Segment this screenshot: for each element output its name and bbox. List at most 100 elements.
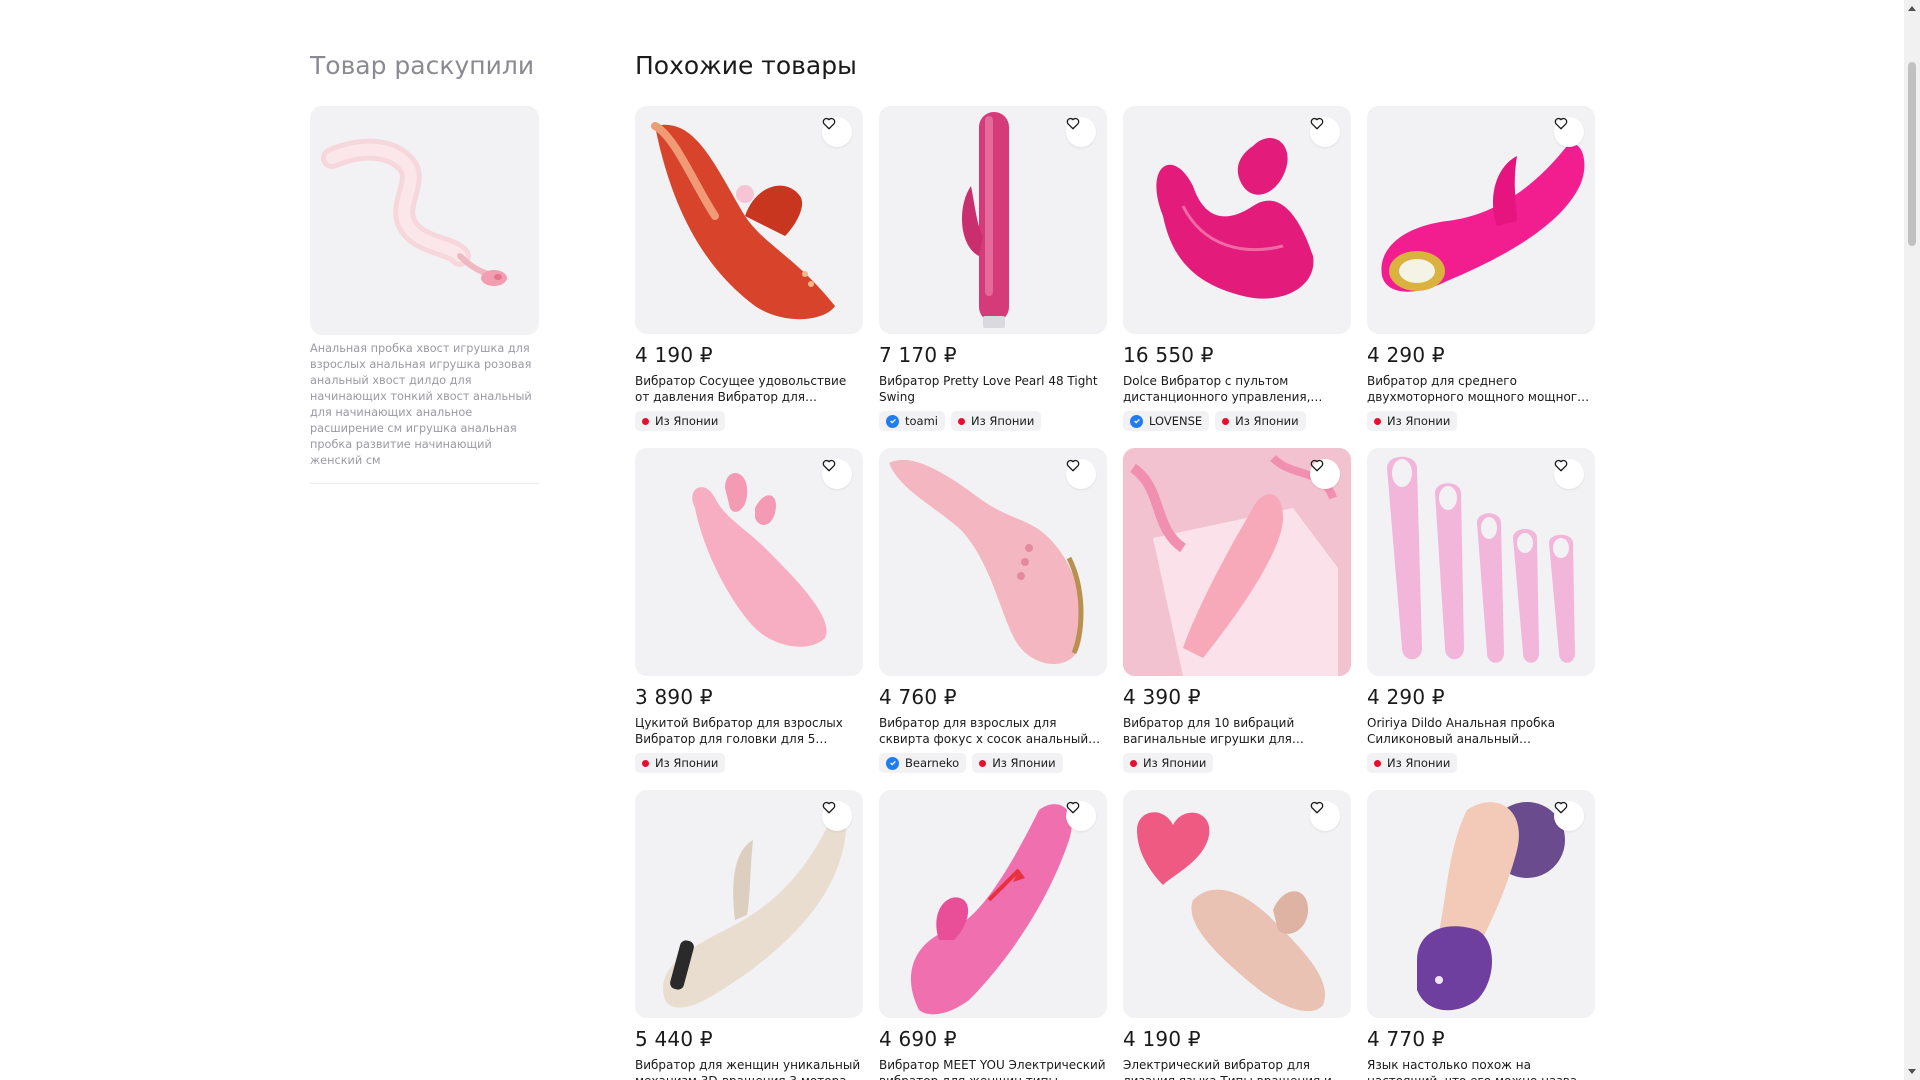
product-title[interactable]: Вибратор для женщин уникальный механизм … xyxy=(635,1057,863,1080)
heart-outline-icon xyxy=(1066,459,1080,472)
vertical-scrollbar[interactable] xyxy=(1904,0,1920,1080)
tail-plug-image xyxy=(321,138,507,286)
brand-badge-label: Bearneko xyxy=(905,756,960,770)
product-card[interactable]: 5 440 ₽ Вибратор для женщин уникальный м… xyxy=(635,790,863,1080)
product-card[interactable]: 4 190 ₽ Вибратор Сосущее удовольствие от… xyxy=(635,106,863,448)
product-image[interactable] xyxy=(879,790,1107,1018)
product-card[interactable]: 7 170 ₽ Вибратор Pretty Love Pearl 48 Ti… xyxy=(879,106,1107,448)
product-title[interactable]: Вибратор для взрослых для сквирта фокус … xyxy=(879,715,1107,747)
product-price: 4 770 ₽ xyxy=(1367,1027,1445,1051)
sold-out-heading: Товар раскупили xyxy=(310,51,535,80)
product-card[interactable]: 4 760 ₽ Вибратор для взрослых для сквирт… xyxy=(879,448,1107,790)
red-dot-icon xyxy=(1130,759,1137,767)
product-card[interactable]: 4 690 ₽ Вибратор MEET YOU Электрический … xyxy=(879,790,1107,1080)
product-tags: LOVENSE Из Японии xyxy=(1123,411,1351,431)
origin-badge: Из Японии xyxy=(1367,753,1458,773)
favorite-button[interactable] xyxy=(822,117,852,147)
heart-outline-icon xyxy=(822,459,836,472)
heart-outline-icon xyxy=(822,801,836,814)
product-title[interactable]: Вибратор для среднего двухмоторного мощн… xyxy=(1367,373,1595,405)
product-card[interactable]: 16 550 ₽ Dolce Вибратор с пультом дистан… xyxy=(1123,106,1351,448)
product-image[interactable] xyxy=(635,106,863,334)
product-card[interactable]: 4 190 ₽ Электрический вибратор для лизан… xyxy=(1123,790,1351,1080)
sold-out-section: Товар раскупили Анальная пробка хвост иг… xyxy=(310,50,539,484)
product-price: 16 550 ₽ xyxy=(1123,343,1214,367)
scroll-down-arrow-icon[interactable] xyxy=(1904,1064,1920,1080)
heart-outline-icon xyxy=(1554,801,1568,814)
product-title[interactable]: Вибратор для 10 вибраций вагинальные игр… xyxy=(1123,715,1351,747)
origin-badge-label: Из Японии xyxy=(655,756,719,770)
favorite-button[interactable] xyxy=(822,459,852,489)
product-card[interactable]: 3 890 ₽ Цукитой Вибратор для взрослых Ви… xyxy=(635,448,863,790)
product-image[interactable] xyxy=(1367,106,1595,334)
verified-check-icon xyxy=(886,756,899,770)
product-image[interactable] xyxy=(1123,106,1351,334)
favorite-button[interactable] xyxy=(1066,117,1096,147)
product-image[interactable] xyxy=(1123,790,1351,1018)
product-title[interactable]: Oririya Dildo Анальная пробка Силиконовы… xyxy=(1367,715,1595,747)
heart-outline-icon xyxy=(1066,801,1080,814)
product-title[interactable]: Dolce Вибратор с пультом дистанционного … xyxy=(1123,373,1351,405)
product-title[interactable]: Язык настолько похож на настоящий, что е… xyxy=(1367,1057,1595,1080)
product-price: 4 290 ₽ xyxy=(1367,343,1445,367)
product-tags: Из Японии xyxy=(635,753,863,773)
favorite-button[interactable] xyxy=(1310,459,1340,489)
product-image[interactable] xyxy=(1367,790,1595,1018)
brand-badge[interactable]: Bearneko xyxy=(879,753,967,773)
product-price: 4 190 ₽ xyxy=(635,343,713,367)
product-card[interactable]: 4 770 ₽ Язык настолько похож на настоящи… xyxy=(1367,790,1595,1080)
brand-badge-label: LOVENSE xyxy=(1149,414,1203,428)
favorite-button[interactable] xyxy=(1554,117,1584,147)
product-price: 4 760 ₽ xyxy=(879,685,957,709)
similar-heading: Похожие товары xyxy=(635,51,857,80)
origin-badge: Из Японии xyxy=(635,411,726,431)
favorite-button[interactable] xyxy=(1310,801,1340,831)
product-image[interactable] xyxy=(635,790,863,1018)
brand-badge[interactable]: LOVENSE xyxy=(1123,411,1210,431)
product-image[interactable] xyxy=(1123,448,1351,676)
product-tags: toami Из Японии xyxy=(879,411,1107,431)
product-card[interactable]: 4 290 ₽ Вибратор для среднего двухмоторн… xyxy=(1367,106,1595,448)
origin-badge: Из Японии xyxy=(1367,411,1458,431)
origin-badge: Из Японии xyxy=(1123,753,1214,773)
product-price: 4 290 ₽ xyxy=(1367,685,1445,709)
product-tags: Bearneko Из Японии xyxy=(879,753,1107,773)
sold-out-product-image[interactable] xyxy=(310,106,539,335)
verified-check-icon xyxy=(886,414,899,428)
heart-outline-icon xyxy=(1066,117,1080,130)
red-dot-icon xyxy=(958,417,965,425)
heart-outline-icon xyxy=(822,117,836,130)
favorite-button[interactable] xyxy=(1554,459,1584,489)
product-title[interactable]: Электрический вибратор для лизания языка… xyxy=(1123,1057,1351,1080)
product-image[interactable] xyxy=(1367,448,1595,676)
product-title[interactable]: Цукитой Вибратор для взрослых Вибратор д… xyxy=(635,715,863,747)
red-dot-icon xyxy=(1374,759,1381,767)
heart-outline-icon xyxy=(1310,459,1324,472)
product-tags: Из Японии xyxy=(1123,753,1351,773)
scrollbar-thumb[interactable] xyxy=(1908,62,1916,246)
product-card[interactable]: 4 390 ₽ Вибратор для 10 вибраций вагинал… xyxy=(1123,448,1351,790)
product-title[interactable]: Вибратор Pretty Love Pearl 48 Tight Swin… xyxy=(879,373,1107,405)
favorite-button[interactable] xyxy=(1066,459,1096,489)
product-image[interactable] xyxy=(635,448,863,676)
origin-badge-label: Из Японии xyxy=(971,414,1035,428)
product-tags: Из Японии xyxy=(1367,753,1595,773)
favorite-button[interactable] xyxy=(1554,801,1584,831)
favorite-button[interactable] xyxy=(1066,801,1096,831)
product-title[interactable]: Вибратор Сосущее удовольствие от давлени… xyxy=(635,373,863,405)
red-dot-icon xyxy=(979,759,987,767)
favorite-button[interactable] xyxy=(1310,117,1340,147)
product-tags: Из Японии xyxy=(635,411,863,431)
heart-outline-icon xyxy=(1310,117,1324,130)
product-card[interactable]: 4 290 ₽ Oririya Dildo Анальная пробка Си… xyxy=(1367,448,1595,790)
heart-outline-icon xyxy=(1310,801,1324,814)
product-image[interactable] xyxy=(879,106,1107,334)
scroll-up-arrow-icon[interactable] xyxy=(1904,0,1920,16)
favorite-button[interactable] xyxy=(822,801,852,831)
product-price: 7 170 ₽ xyxy=(879,343,957,367)
product-image[interactable] xyxy=(879,448,1107,676)
brand-badge[interactable]: toami xyxy=(879,411,945,431)
product-title[interactable]: Вибратор MEET YOU Электрический вибратор… xyxy=(879,1057,1107,1080)
origin-badge: Из Японии xyxy=(972,753,1063,773)
product-price: 4 190 ₽ xyxy=(1123,1027,1201,1051)
